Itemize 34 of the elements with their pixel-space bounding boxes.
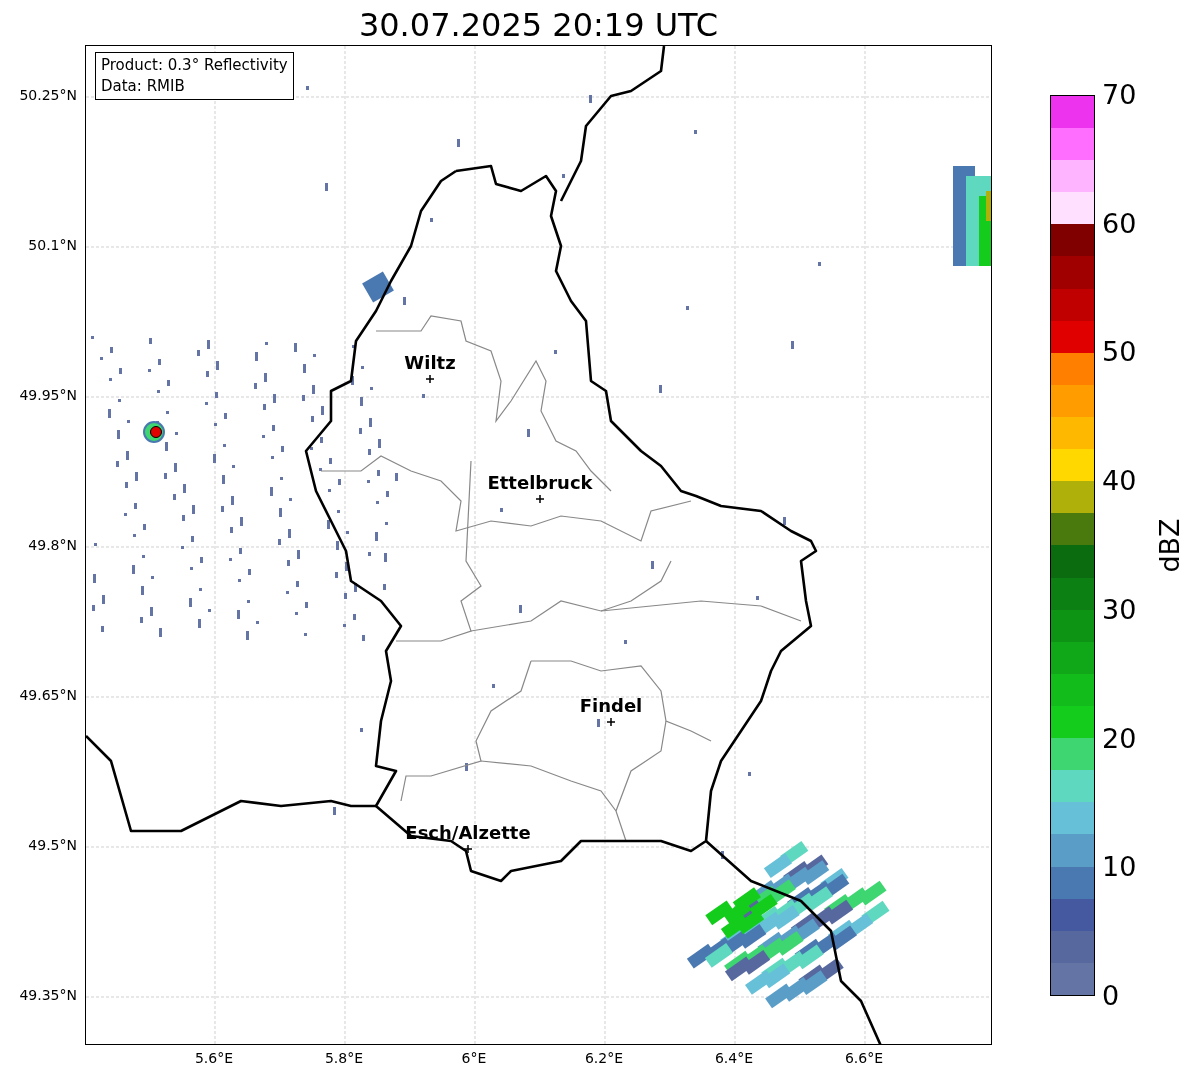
colorbar-label: dBZ [1153, 518, 1184, 573]
longitude-label: 6.6°E [844, 1050, 884, 1066]
info-text: Data: RMIB [101, 76, 186, 97]
latitude-label: 49.5°N [28, 837, 77, 853]
latitude-label: 50.25°N [19, 87, 77, 103]
city-marker-icon [463, 844, 473, 854]
chart-title: 30.07.2025 20:19 UTC [357, 5, 720, 45]
longitude-label: 6°E [461, 1050, 487, 1066]
radar-site-icon [143, 421, 165, 443]
latitude-label: 49.95°N [19, 387, 77, 403]
latitude-label: 49.35°N [19, 987, 77, 1003]
colorbar-tick-label: 0 [1102, 981, 1120, 1011]
longitude-label: 5.6°E [194, 1050, 234, 1066]
city-marker-icon [535, 494, 545, 504]
longitude-label: 5.8°E [324, 1050, 364, 1066]
colorbar-tick-label: 50 [1102, 337, 1137, 368]
colorbar-tick-label: 60 [1102, 208, 1137, 239]
longitude-label: 6.4°E [714, 1050, 754, 1066]
info-text: Product: 0.3° Reflectivity [101, 55, 288, 76]
city-label: Findel [579, 695, 643, 716]
colorbar-tick-label: 40 [1102, 466, 1137, 497]
latitude-label: 50.1°N [28, 237, 77, 253]
latitude-label: 49.65°N [19, 687, 77, 703]
city-label: Esch/Alzette [405, 822, 531, 843]
colorbar-tick-label: 70 [1102, 80, 1137, 110]
colorbar-tick-label: 30 [1102, 594, 1137, 625]
city-label: Wiltz [404, 352, 456, 373]
longitude-label: 6.2°E [584, 1050, 624, 1066]
city-marker-icon [425, 374, 435, 384]
city-marker-icon [606, 717, 616, 727]
colorbar-tick-label: 20 [1102, 723, 1137, 754]
latitude-label: 49.8°N [28, 537, 77, 553]
city-label: Ettelbruck [487, 472, 593, 493]
colorbar-tick-label: 10 [1102, 852, 1137, 883]
